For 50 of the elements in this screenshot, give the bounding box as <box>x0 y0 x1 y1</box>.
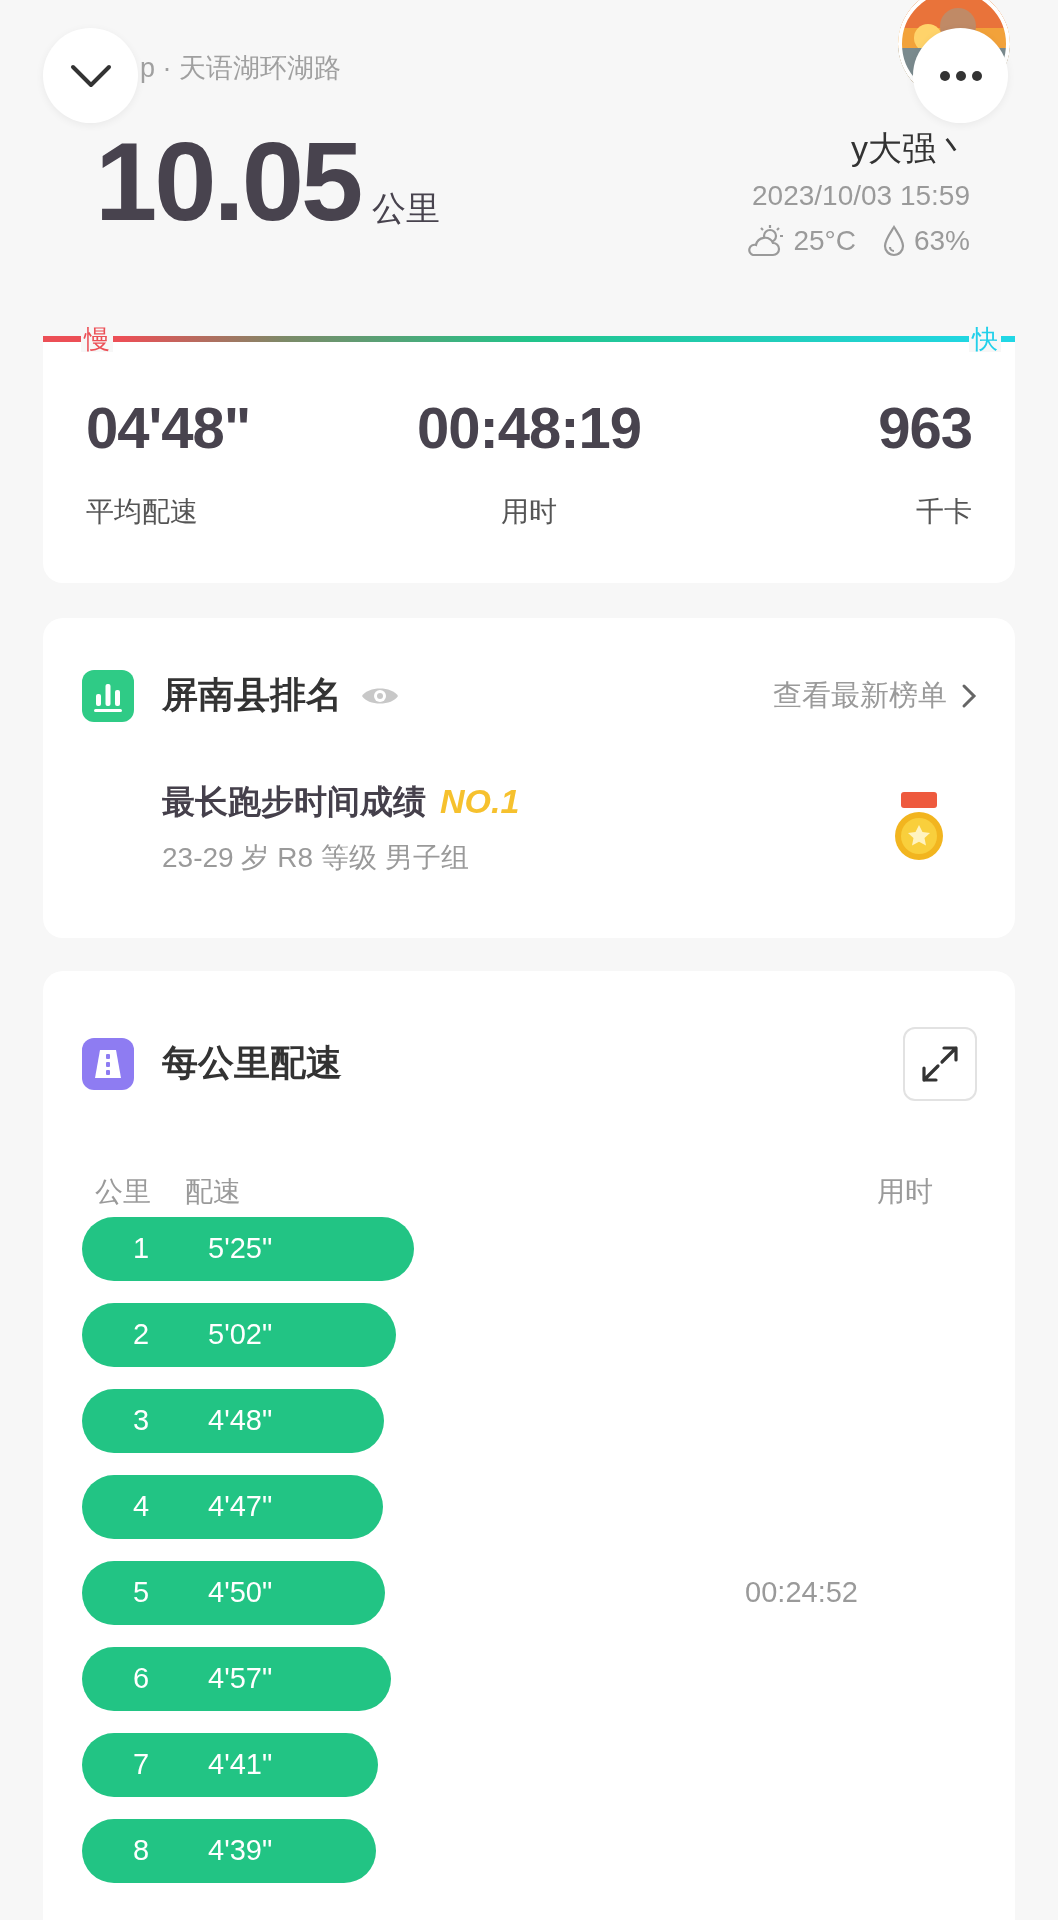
km-number: 6 <box>131 1661 151 1695</box>
chevron-down-icon <box>69 63 112 88</box>
rank-label: NO.1 <box>440 781 520 821</box>
expand-button[interactable] <box>903 1026 977 1101</box>
split-pace: 4'50" <box>208 1575 273 1609</box>
temperature: 25°C <box>793 225 856 257</box>
stat-value: 00:48:19 <box>416 398 642 459</box>
chevron-right-icon <box>961 682 977 709</box>
column-header: 公里 <box>95 1174 151 1209</box>
bar-chart-icon <box>82 669 134 722</box>
split-pace: 4'47" <box>208 1489 273 1523</box>
split-pace: 5'02" <box>208 1317 273 1351</box>
km-number: 3 <box>131 1403 151 1437</box>
km-number: 1 <box>131 1231 151 1265</box>
km-number: 5 <box>131 1575 151 1609</box>
leaderboard-link[interactable]: 查看最新榜单 <box>773 675 977 716</box>
km-number: 4 <box>131 1489 151 1523</box>
stat-value: 04'48" <box>86 398 252 459</box>
user-name: y大强丶 <box>851 128 970 169</box>
road-icon <box>82 1037 134 1090</box>
stat-label: 千卡 <box>916 494 972 529</box>
split-pace: 4'39" <box>208 1833 273 1867</box>
split-pace: 4'48" <box>208 1403 273 1437</box>
split-time: 00:24:52 <box>745 1575 858 1609</box>
fast-label: 快 <box>969 326 1001 352</box>
route-name: p · 天语湖环湖路 <box>140 52 342 85</box>
column-header: 用时 <box>877 1174 933 1209</box>
distance-unit: 公里 <box>372 188 441 229</box>
stat-label: 用时 <box>501 494 557 529</box>
humidity-icon <box>881 225 906 257</box>
column-header: 配速 <box>185 1174 241 1209</box>
ranking-title: 屏南县排名 <box>162 673 342 718</box>
humidity: 63% <box>913 225 970 257</box>
weather-icon <box>745 224 786 258</box>
stat-value: 963 <box>878 398 972 459</box>
split-pace: 4'41" <box>208 1747 273 1781</box>
km-number: 7 <box>131 1747 151 1781</box>
km-number: 2 <box>131 1317 151 1351</box>
expand-icon <box>920 1043 960 1084</box>
more-icon <box>938 69 983 82</box>
split-pace: 4'57" <box>208 1661 273 1695</box>
km-number: 8 <box>131 1833 151 1867</box>
pace-title: 每公里配速 <box>162 1041 342 1086</box>
distance-value: 10.05 <box>95 126 361 238</box>
slow-label: 慢 <box>81 326 113 352</box>
stat-label: 平均配速 <box>86 494 199 529</box>
split-pace: 5'25" <box>208 1231 273 1265</box>
group-label: 23-29 岁 R8 等级 男子组 <box>162 840 470 875</box>
achievement-title: 最长跑步时间成绩 <box>162 781 426 822</box>
run-datetime: 2023/10/03 15:59 <box>752 180 970 212</box>
